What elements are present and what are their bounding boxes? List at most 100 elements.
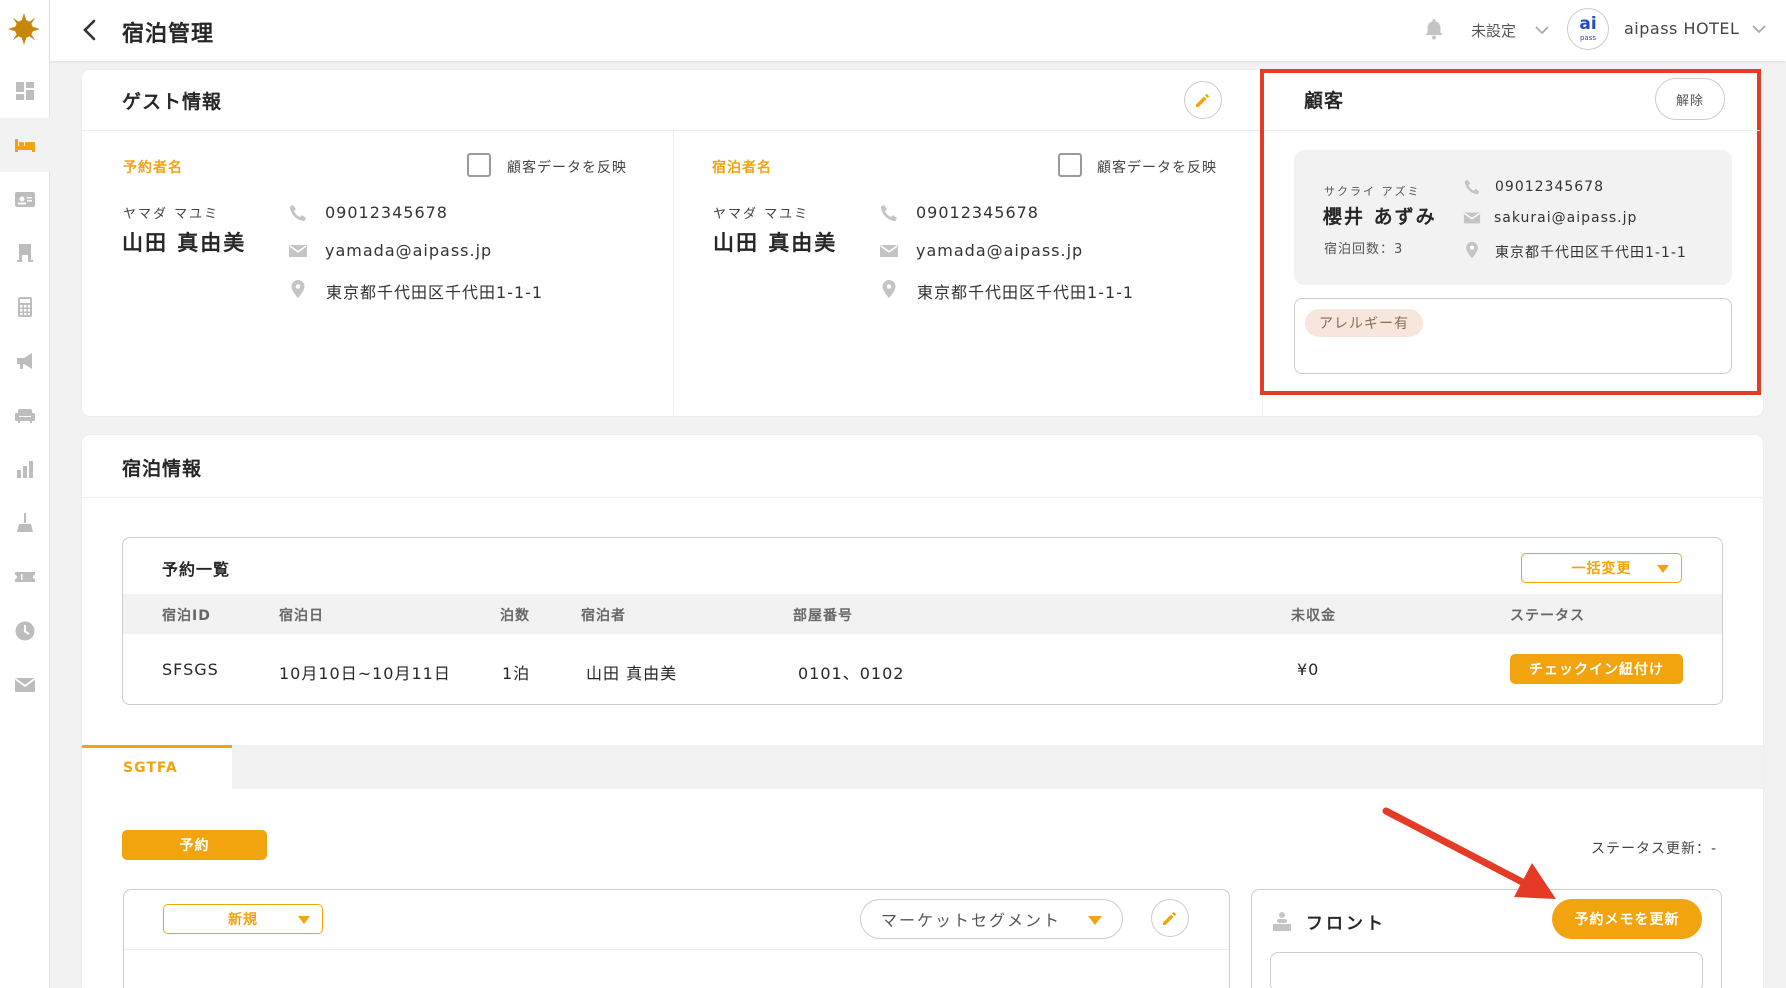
phone-icon (1464, 179, 1480, 195)
booker-reflect-label: 顧客データを反映 (507, 160, 627, 176)
bulk-change-label: 一括変更 (1571, 561, 1632, 577)
divider (82, 497, 1763, 498)
calculator-icon (18, 297, 32, 317)
checkin-link-button[interactable]: チェックイン紐付け (1510, 654, 1683, 684)
allergy-tag: アレルギー有 (1305, 309, 1423, 337)
table-header (123, 594, 1722, 634)
guest-phone: 09012345678 (916, 203, 1039, 222)
release-button[interactable]: 解除 (1655, 78, 1725, 120)
sidebar-item-lounge[interactable] (0, 388, 50, 442)
status-badge[interactable]: 予約 (122, 830, 267, 860)
chevron-down-icon[interactable] (1750, 20, 1768, 38)
chevron-down-icon[interactable] (1533, 21, 1551, 39)
booker-address: 東京都千代田区千代田1-1-1 (326, 283, 544, 302)
sun-logo-icon[interactable] (7, 12, 41, 46)
phone-icon (881, 205, 897, 221)
col-stay-date: 宿泊日 (279, 608, 324, 624)
cell-room: 0101、0102 (798, 664, 905, 683)
sidebar-item-dashboard[interactable] (0, 64, 50, 118)
mail-icon (289, 245, 307, 257)
sidebar (0, 0, 50, 988)
location-pin-icon (291, 280, 305, 298)
col-nights: 泊数 (500, 608, 530, 624)
sidebar-item-stay[interactable] (0, 118, 50, 172)
booker-name: 山田 真由美 (122, 231, 247, 255)
tab-sgtfa-label: SGTFA (123, 760, 178, 776)
customer-name: 櫻井 あずみ (1323, 206, 1437, 228)
booker-label: 予約者名 (123, 160, 183, 176)
customer-email: sakurai@aipass.jp (1494, 210, 1638, 226)
cleaning-icon (17, 513, 33, 532)
booker-email: yamada@aipass.jp (325, 241, 493, 260)
sidebar-item-mail[interactable] (0, 658, 50, 712)
status-select[interactable]: 未設定 (1471, 20, 1516, 41)
mail-icon (880, 245, 898, 257)
customer-stay-count: 宿泊回数：3 (1324, 242, 1404, 257)
sidebar-item-tickets[interactable] (0, 550, 50, 604)
cell-stay-id: SFSGS (162, 660, 219, 679)
col-stay-id: 宿泊ID (162, 608, 211, 624)
guest-label: 宿泊者名 (712, 160, 772, 176)
bar-chart-icon (17, 461, 33, 478)
phone-icon (290, 205, 306, 221)
back-arrow-icon[interactable] (76, 16, 104, 44)
caret-down-icon (1657, 565, 1669, 573)
sidebar-item-analytics[interactable] (0, 442, 50, 496)
divider (1264, 130, 1760, 131)
customer-address: 東京都千代田区千代田1-1-1 (1495, 245, 1687, 261)
sidebar-item-accounting[interactable] (0, 280, 50, 334)
location-pin-icon (1466, 241, 1478, 259)
avatar[interactable]: ai pass (1567, 8, 1609, 50)
sidebar-item-cleaning[interactable] (0, 496, 50, 550)
page-title: 宿泊管理 (122, 22, 215, 47)
new-select-label: 新規 (228, 912, 258, 928)
guest-kana: ヤマダ マユミ (713, 207, 810, 222)
tab-bar (82, 745, 1763, 789)
cell-unpaid: ¥0 (1297, 660, 1320, 679)
caret-down-icon (1088, 916, 1102, 925)
update-memo-button[interactable]: 予約メモを更新 (1552, 899, 1702, 939)
bed-icon (15, 139, 35, 152)
market-segment-select[interactable]: マーケットセグメント (860, 899, 1123, 939)
dashboard-icon (16, 82, 34, 100)
new-select[interactable]: 新規 (163, 904, 323, 934)
cell-stay-date: 10月10日~10月11日 (279, 664, 451, 683)
customer-phone: 09012345678 (1495, 179, 1604, 195)
avatar-logo-sub: pass (1579, 34, 1597, 42)
bulk-change-select[interactable]: 一括変更 (1521, 553, 1682, 583)
building-icon (17, 244, 33, 262)
divider (673, 131, 674, 415)
booker-kana: ヤマダ マユミ (123, 207, 220, 222)
guest-name: 山田 真由美 (713, 231, 838, 255)
annotation-arrow-icon (1382, 807, 1556, 899)
guest-card-icon (15, 192, 35, 207)
col-guest: 宿泊者 (581, 608, 626, 624)
clock-icon (15, 621, 35, 641)
sidebar-item-customers[interactable] (0, 172, 50, 226)
status-update-text: ステータス更新：- (1591, 841, 1718, 857)
ticket-icon (15, 572, 35, 582)
sidebar-item-facility[interactable] (0, 226, 50, 280)
guest-info-title: ゲスト情報 (122, 91, 223, 113)
front-memo-textarea[interactable] (1270, 952, 1703, 988)
guest-reflect-checkbox[interactable] (1058, 153, 1082, 177)
divider (82, 130, 1262, 131)
edit-guest-button[interactable] (1184, 81, 1222, 119)
guest-address: 東京都千代田区千代田1-1-1 (917, 283, 1135, 302)
edit-segment-button[interactable] (1151, 899, 1189, 937)
col-room: 部屋番号 (793, 608, 853, 624)
hotel-name[interactable]: aipass HOTEL (1624, 19, 1739, 38)
location-pin-icon (882, 280, 896, 298)
pencil-icon (1163, 912, 1176, 925)
sidebar-item-marketing[interactable] (0, 334, 50, 388)
stay-info-title: 宿泊情報 (122, 458, 203, 480)
guest-reflect-label: 顧客データを反映 (1097, 160, 1217, 176)
divider (124, 949, 1229, 950)
bell-icon[interactable] (1422, 17, 1446, 41)
megaphone-icon (17, 353, 32, 369)
top-bar: 宿泊管理 未設定 ai pass aipass HOTEL (50, 0, 1786, 61)
sidebar-item-history[interactable] (0, 604, 50, 658)
customer-kana: サクライ アズミ (1324, 185, 1421, 198)
booker-reflect-checkbox[interactable] (467, 153, 491, 177)
cell-nights: 1泊 (502, 664, 531, 683)
